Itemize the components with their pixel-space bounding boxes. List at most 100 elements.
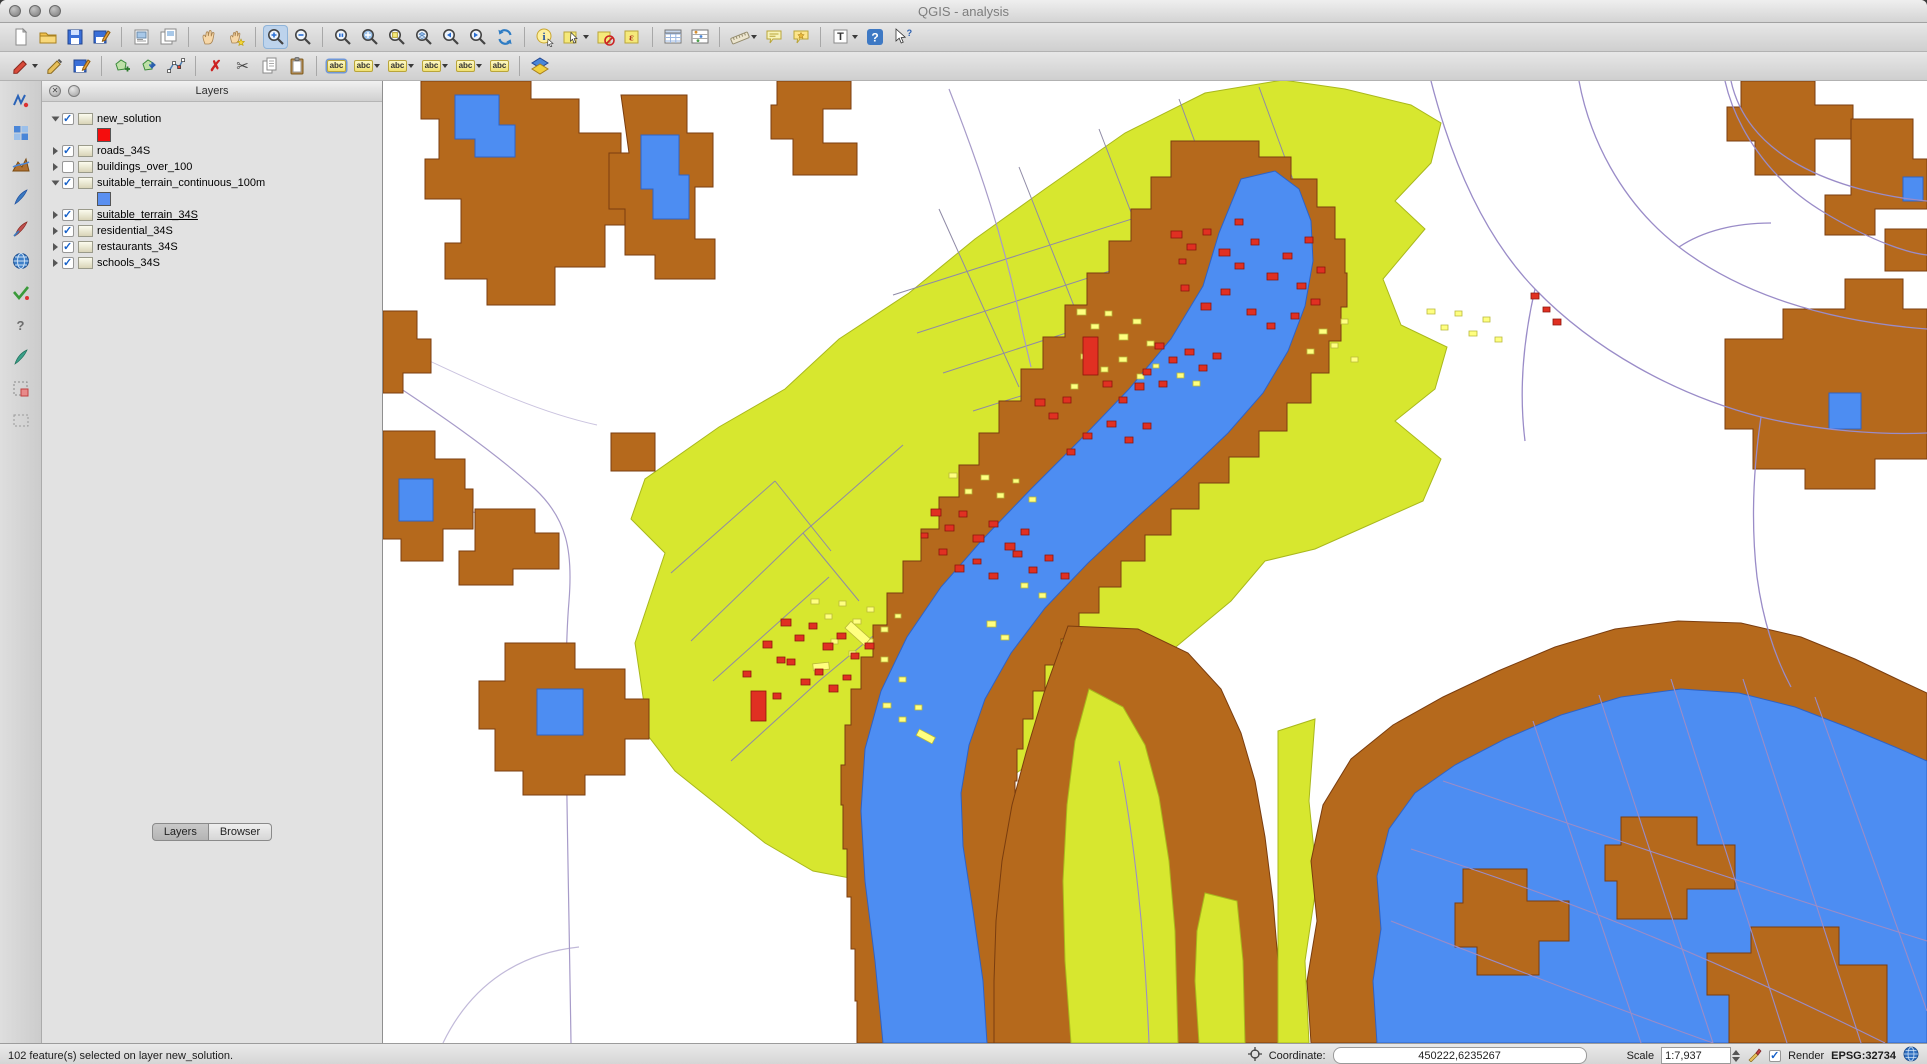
label-pin-button[interactable]: abc — [385, 54, 417, 78]
layer-item-new-solution[interactable]: new_solution — [50, 111, 382, 127]
mouse-position-icon[interactable] — [1248, 1047, 1262, 1064]
toggle-editing-button[interactable] — [42, 54, 67, 78]
render-checkbox[interactable] — [1769, 1050, 1781, 1062]
crs-status-icon[interactable] — [1903, 1046, 1919, 1064]
layer-item-residential-34s[interactable]: residential_34S — [50, 223, 382, 239]
selection-box-icon[interactable] — [8, 409, 34, 433]
label-highlight-button[interactable]: abc — [324, 54, 349, 78]
save-project-as-button[interactable] — [89, 25, 114, 49]
new-project-button[interactable] — [8, 25, 33, 49]
vector-check-icon[interactable] — [8, 281, 34, 305]
disclosure-triangle[interactable] — [53, 227, 58, 235]
layer-checkbox[interactable] — [62, 257, 74, 269]
open-project-button[interactable] — [35, 25, 60, 49]
render-brush-icon[interactable] — [1747, 1047, 1762, 1064]
layer-item-restaurants-34s[interactable]: restaurants_34S — [50, 239, 382, 255]
disclosure-triangle[interactable] — [53, 147, 58, 155]
identify-features-button[interactable]: i — [532, 25, 557, 49]
scale-combo[interactable] — [1661, 1047, 1740, 1064]
save-layer-edits-button[interactable] — [69, 54, 94, 78]
new-composer-button[interactable] — [129, 25, 154, 49]
select-by-expression-button[interactable]: ε — [620, 25, 645, 49]
zoom-last-button[interactable] — [438, 25, 463, 49]
attribute-table-button[interactable] — [660, 25, 685, 49]
scale-input[interactable] — [1661, 1047, 1731, 1064]
zoom-next-button[interactable] — [465, 25, 490, 49]
zoom-window-button[interactable] — [49, 5, 61, 17]
disclosure-triangle[interactable] — [53, 243, 58, 251]
feather-plugin-icon[interactable] — [8, 345, 34, 369]
layer-checkbox[interactable] — [62, 241, 74, 253]
new-bookmark-button[interactable] — [788, 25, 813, 49]
map-canvas[interactable] — [383, 81, 1927, 1043]
layer-item-schools-34s[interactable]: schools_34S — [50, 255, 382, 271]
whats-this-button[interactable]: ? — [889, 25, 914, 49]
web-globe-icon[interactable] — [8, 249, 34, 273]
raster-grid-icon[interactable] — [8, 121, 34, 145]
zoom-full-button[interactable] — [357, 25, 382, 49]
help-contents-button[interactable]: ? — [862, 25, 887, 49]
close-window-button[interactable] — [9, 5, 21, 17]
zoom-out-button[interactable] — [290, 25, 315, 49]
layer-checkbox[interactable] — [62, 113, 74, 125]
processing-toolbox-button[interactable] — [527, 54, 552, 78]
clipper-icon[interactable] — [8, 377, 34, 401]
layer-checkbox[interactable] — [62, 161, 74, 173]
blue-symbol-swatch[interactable] — [97, 192, 111, 206]
red-symbol-swatch[interactable] — [97, 128, 111, 142]
layer-checkbox[interactable] — [62, 145, 74, 157]
statistical-summary-button[interactable] — [687, 25, 712, 49]
node-tool-button[interactable] — [163, 54, 188, 78]
deselect-features-button[interactable] — [593, 25, 618, 49]
plugin-help-icon[interactable]: ? — [8, 313, 34, 337]
layer-item-suitable-terrain-continuous[interactable]: suitable_terrain_continuous_100m — [50, 175, 382, 191]
cut-features-button[interactable]: ✂ — [230, 54, 255, 78]
measure-line-button[interactable] — [727, 25, 759, 49]
label-move-button[interactable]: abc — [453, 54, 485, 78]
interpolation-icon[interactable] — [8, 153, 34, 177]
disclosure-triangle[interactable] — [53, 259, 58, 267]
tab-layers[interactable]: Layers — [152, 823, 209, 841]
quill-annotation-icon[interactable] — [8, 185, 34, 209]
layer-checkbox[interactable] — [62, 177, 74, 189]
move-feature-button[interactable] — [136, 54, 161, 78]
select-features-button[interactable] — [559, 25, 591, 49]
minimize-window-button[interactable] — [29, 5, 41, 17]
coordinate-input[interactable] — [1333, 1047, 1587, 1064]
tab-browser[interactable]: Browser — [209, 823, 272, 841]
label-rotate-button[interactable]: abc — [487, 54, 512, 78]
delete-selected-button[interactable]: ✗ — [203, 54, 228, 78]
disclosure-triangle[interactable] — [53, 163, 58, 171]
stepper-down-icon[interactable] — [1732, 1057, 1740, 1062]
text-annotation-button[interactable]: T — [828, 25, 860, 49]
zoom-to-selection-button[interactable] — [384, 25, 409, 49]
layer-tree: new_solution roads_34S buildings_over_10… — [42, 102, 382, 271]
paint-annotation-icon[interactable] — [8, 217, 34, 241]
stepper-up-icon[interactable] — [1732, 1050, 1740, 1055]
layer-checkbox[interactable] — [62, 225, 74, 237]
refresh-map-button[interactable] — [492, 25, 517, 49]
zoom-native-button[interactable] — [330, 25, 355, 49]
layer-item-roads-34s[interactable]: roads_34S — [50, 143, 382, 159]
disclosure-triangle[interactable] — [52, 117, 60, 122]
paste-features-button[interactable] — [284, 54, 309, 78]
label-layered-button[interactable]: abc — [351, 54, 383, 78]
label-show-button[interactable]: abc — [419, 54, 451, 78]
current-edits-button[interactable] — [8, 54, 40, 78]
layer-item-buildings-over-100[interactable]: buildings_over_100 — [50, 159, 382, 175]
zoom-in-button[interactable] — [263, 25, 288, 49]
save-project-button[interactable] — [62, 25, 87, 49]
layer-item-suitable-terrain-34s[interactable]: suitable_terrain_34S — [50, 207, 382, 223]
disclosure-triangle[interactable] — [53, 211, 58, 219]
copy-features-button[interactable] — [257, 54, 282, 78]
disclosure-triangle[interactable] — [52, 181, 60, 186]
map-tips-button[interactable] — [761, 25, 786, 49]
pan-to-selection-button[interactable] — [223, 25, 248, 49]
pan-map-button[interactable] — [196, 25, 221, 49]
layer-checkbox[interactable] — [62, 209, 74, 221]
composer-manager-button[interactable] — [156, 25, 181, 49]
zoom-to-layer-button[interactable] — [411, 25, 436, 49]
vector-digitize-icon[interactable] — [8, 89, 34, 113]
add-feature-button[interactable] — [109, 54, 134, 78]
scale-stepper[interactable] — [1732, 1050, 1740, 1062]
